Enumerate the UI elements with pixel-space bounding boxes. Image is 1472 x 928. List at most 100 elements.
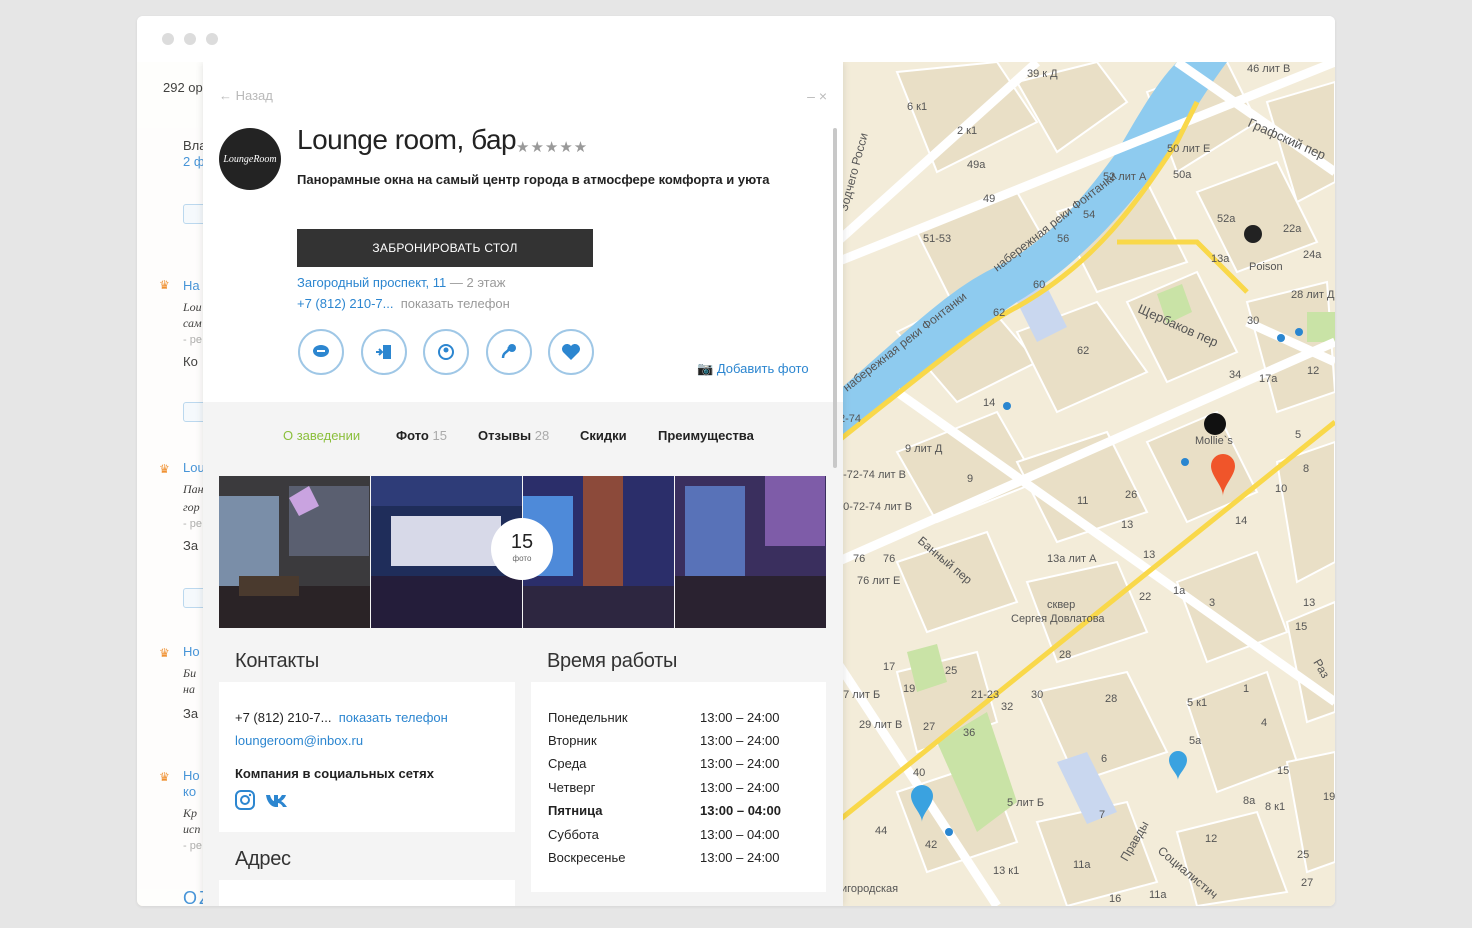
contact-phone-line: +7 (812) 210-7... показать телефон [235, 710, 448, 725]
hours-day: Вторник [548, 733, 597, 748]
svg-text:4: 4 [1261, 717, 1267, 729]
camera-icon: 📷 [697, 361, 717, 376]
tab-about[interactable]: О заведении [283, 428, 360, 443]
instagram-icon[interactable] [235, 790, 255, 810]
panel-controls[interactable]: – × [807, 88, 827, 104]
photo-count-badge[interactable]: 15 фото [491, 518, 553, 580]
tab-discounts[interactable]: Скидки [580, 428, 627, 443]
svg-text:13 к1: 13 к1 [993, 865, 1019, 877]
hours-time: 13:00 – 24:00 [700, 756, 780, 771]
entrance-button[interactable] [361, 329, 407, 375]
svg-text:13а лит А: 13а лит А [1047, 553, 1097, 565]
address-line: Загородный проспект, 11 — 2 этаж [297, 275, 505, 290]
hours-time: 13:00 – 24:00 [700, 850, 780, 865]
gallery-photo[interactable] [219, 476, 370, 628]
svg-text:11: 11 [1077, 495, 1088, 507]
crown-icon: ♛ [159, 462, 170, 476]
address-heading: Адрес [235, 848, 291, 870]
profile-button[interactable] [423, 329, 469, 375]
hours-day: Суббота [548, 827, 599, 842]
place-header: ← Назад – × LoungeRoom Lounge room, бар … [203, 62, 843, 402]
back-button[interactable]: ← Назад [219, 88, 273, 103]
svg-text:13: 13 [1303, 597, 1315, 609]
svg-text:17: 17 [883, 661, 895, 673]
add-photo-link[interactable]: 📷 Добавить фото [697, 361, 809, 377]
photo-gallery[interactable]: 15 фото [219, 476, 826, 628]
svg-text:30: 30 [1247, 315, 1259, 327]
contacts-heading: Контакты [235, 650, 319, 672]
contact-phone[interactable]: +7 (812) 210-7... [235, 710, 331, 725]
svg-text:5а: 5а [1189, 735, 1202, 747]
list-item-italic: гор [183, 500, 200, 514]
svg-text:19: 19 [903, 683, 915, 695]
svg-text:60: 60 [1033, 279, 1045, 291]
svg-text:29 лит В: 29 лит В [859, 719, 902, 731]
tab-advantages[interactable]: Преимущества [658, 428, 754, 443]
tab-photos[interactable]: Фото 15 [396, 428, 447, 443]
hours-card: Понедельник 13:00 – 24:00 Вторник 13:00 … [531, 682, 826, 892]
list-item-italic: на [183, 682, 195, 696]
favorite-button[interactable] [548, 329, 594, 375]
svg-text:51-53: 51-53 [923, 233, 951, 245]
svg-text:8а: 8а [1243, 795, 1256, 807]
svg-text:28: 28 [1059, 649, 1071, 661]
address-floor: — 2 этаж [446, 275, 506, 290]
route-button[interactable] [486, 329, 532, 375]
list-item-italic: Пан [183, 482, 204, 496]
svg-text:1: 1 [1243, 683, 1249, 695]
venue-logo: LoungeRoom [219, 128, 281, 190]
svg-text:22: 22 [1139, 591, 1151, 603]
tab-reviews[interactable]: Отзывы 28 [478, 428, 549, 443]
list-item-title[interactable]: Но [183, 644, 200, 659]
window-dot-close[interactable] [162, 33, 174, 45]
list-item-italic: сам [183, 316, 202, 330]
hours-heading: Время работы [547, 650, 678, 672]
svg-text:0-72-74 лит В: 0-72-74 лит В [837, 469, 906, 481]
svg-text:30: 30 [1031, 689, 1043, 701]
list-item-subtitle[interactable]: ко [183, 784, 196, 799]
svg-text:22а: 22а [1283, 223, 1302, 235]
svg-text:игородская: игородская [841, 883, 898, 895]
contact-email[interactable]: loungeroom@inbox.ru [235, 733, 363, 748]
gallery-photo[interactable] [675, 476, 826, 628]
chat-button[interactable] [298, 329, 344, 375]
svg-text:54: 54 [1083, 209, 1095, 221]
vk-icon[interactable] [265, 790, 289, 810]
show-phone-link[interactable]: показать телефон [401, 296, 510, 311]
list-item-link[interactable]: 2 ф [183, 154, 205, 169]
window-dot-maximize[interactable] [206, 33, 218, 45]
list-item-italic: Кр [183, 806, 197, 820]
svg-text:3: 3 [1209, 597, 1215, 609]
svg-text:50 лит Е: 50 лит Е [1167, 143, 1210, 155]
window-dot-minimize[interactable] [184, 33, 196, 45]
list-item-title[interactable]: На [183, 278, 200, 293]
list-item-title[interactable]: Lou [183, 460, 205, 475]
book-table-button[interactable]: ЗАБРОНИРОВАТЬ СТОЛ [297, 229, 593, 267]
contact-show-phone[interactable]: показать телефон [339, 710, 448, 725]
user-refresh-icon [438, 344, 454, 360]
svg-text:2 к1: 2 к1 [957, 125, 977, 137]
svg-text:1а: 1а [1173, 585, 1186, 597]
hours-day: Понедельник [548, 710, 628, 725]
svg-text:40: 40 [913, 767, 925, 779]
list-item-title[interactable]: Но [183, 768, 200, 783]
svg-text:36: 36 [963, 727, 975, 739]
window-titlebar [137, 16, 1335, 62]
svg-text:10: 10 [1275, 483, 1287, 495]
chat-icon [313, 345, 329, 357]
panel-scrollbar[interactable] [833, 128, 837, 468]
list-item-note: - ре [183, 518, 202, 530]
browser-window: Зодчего Росси набережная реки Фонтанки н… [137, 16, 1335, 906]
address-link[interactable]: Загородный проспект, 11 [297, 275, 446, 290]
list-item-note: - ре [183, 840, 202, 852]
svg-text:13а: 13а [1211, 253, 1230, 265]
svg-text:17 лит Б: 17 лит Б [837, 689, 880, 701]
phone-number[interactable]: +7 (812) 210-7... [297, 296, 393, 311]
svg-text:Mollie`s: Mollie`s [1195, 435, 1233, 447]
svg-text:12: 12 [1307, 365, 1319, 377]
svg-text:13: 13 [1121, 519, 1133, 531]
results-count: 292 ор [163, 80, 203, 95]
list-item-text: Ко [183, 354, 198, 369]
list-item-italic: Би [183, 666, 197, 680]
svg-text:46 лит В: 46 лит В [1247, 63, 1290, 75]
